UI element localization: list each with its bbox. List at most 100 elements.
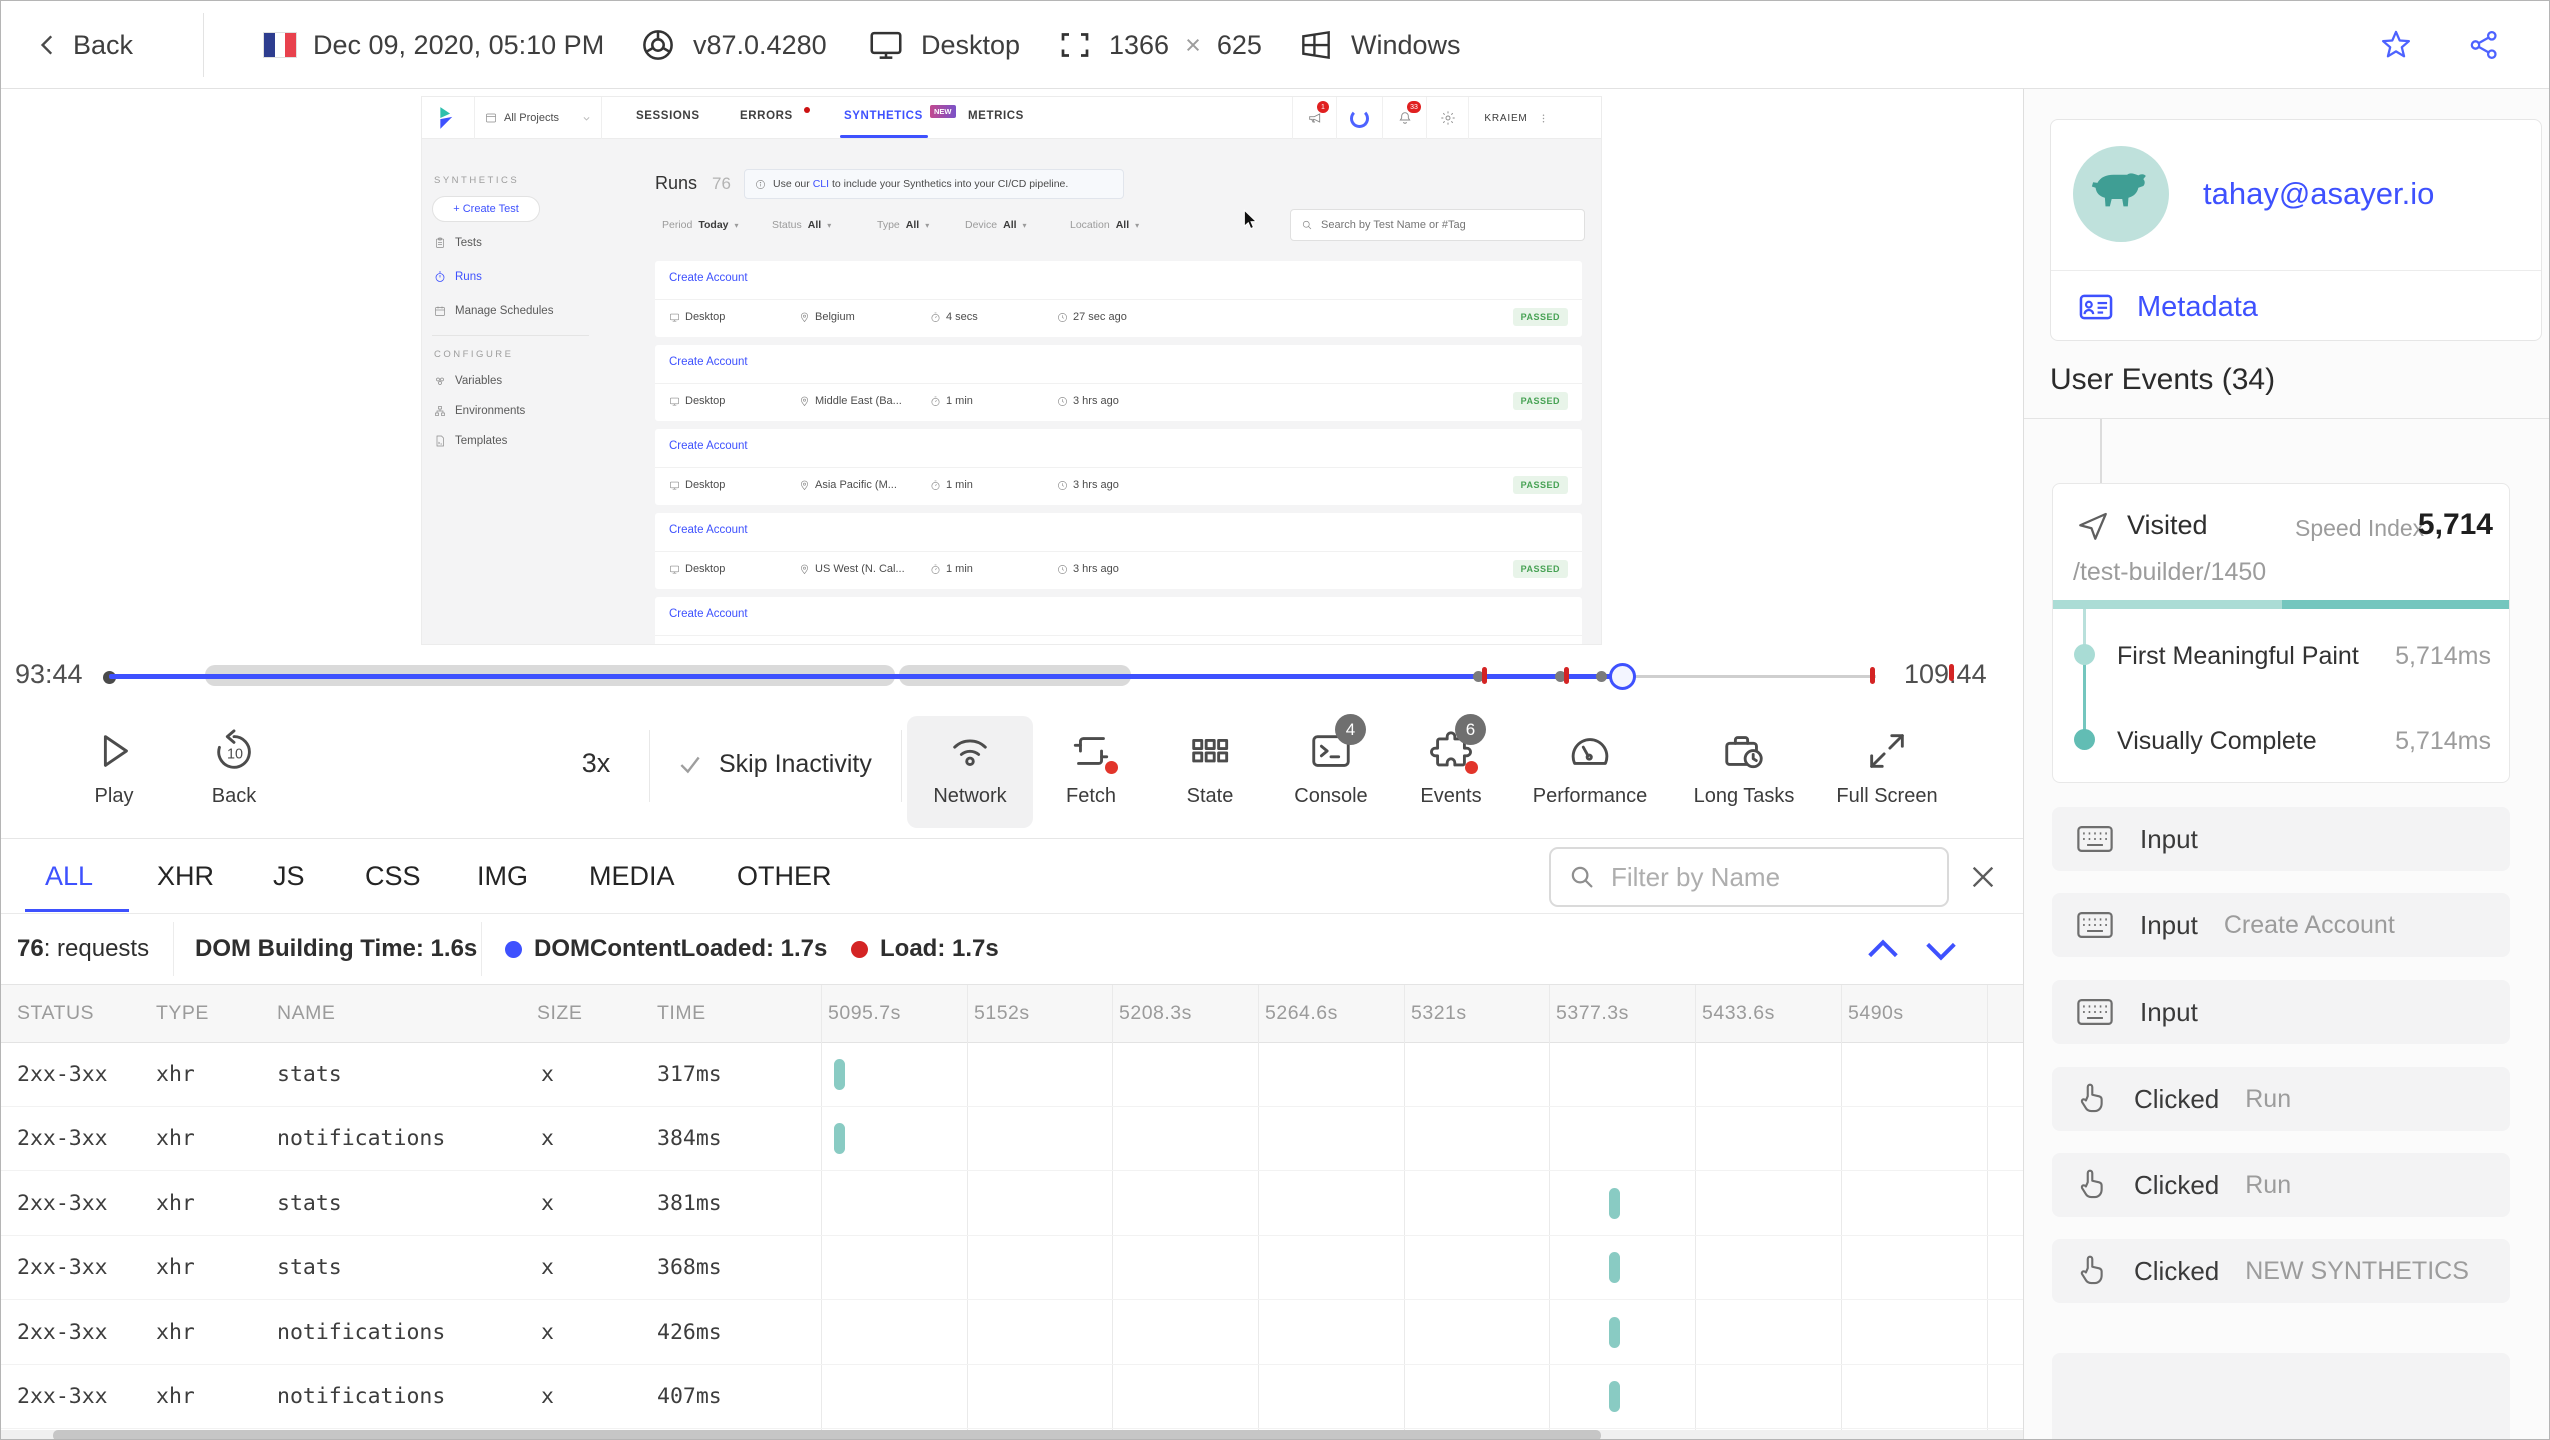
net-tab-img[interactable]: IMG xyxy=(477,861,528,892)
timeline-issue-marker[interactable] xyxy=(1564,667,1569,684)
back-label: Back xyxy=(73,29,134,60)
run-row[interactable]: Create Account Desktop Asia Pacific (M..… xyxy=(655,429,1582,505)
close-panel-icon[interactable] xyxy=(1967,861,1999,893)
settings-button[interactable] xyxy=(1426,97,1468,139)
filter-by-name-box[interactable] xyxy=(1549,847,1949,907)
panel-button-network[interactable]: Network xyxy=(910,728,1030,808)
waterfall-bar xyxy=(1609,1317,1620,1348)
app-tab-sessions[interactable]: SESSIONS xyxy=(636,110,700,122)
event-item-input[interactable]: Input Create Account xyxy=(2052,893,2510,957)
panel-button-events[interactable]: 6 Events xyxy=(1391,714,1511,808)
app-sidebar-item-tests[interactable]: Tests xyxy=(434,237,482,249)
jump-next-icon[interactable] xyxy=(1921,936,1961,966)
filter-location[interactable]: Location All ▾ xyxy=(1070,219,1139,231)
col-status[interactable]: STATUS xyxy=(17,1002,94,1025)
app-search-input[interactable] xyxy=(1321,219,1561,231)
filter-period[interactable]: Period Today ▾ xyxy=(662,219,739,231)
col-time[interactable]: TIME xyxy=(657,1002,706,1025)
panel-button-console[interactable]: 4 Console xyxy=(1271,714,1391,808)
pointer-hand-icon xyxy=(2080,1169,2103,1199)
scrollbar-thumb[interactable] xyxy=(53,1430,1601,1439)
app-sidebar-item-variables[interactable]: Variables xyxy=(434,375,502,387)
visited-event-card[interactable]: Visited Speed Index 5,714 /test-builder/… xyxy=(2052,483,2510,783)
panel-button-fetch[interactable]: Fetch xyxy=(1031,728,1151,808)
cli-link[interactable]: CLI xyxy=(813,178,829,190)
timeline-track-progress[interactable] xyxy=(109,674,1623,679)
create-test-button[interactable]: + Create Test xyxy=(432,196,540,222)
filter-device[interactable]: Device All ▾ xyxy=(965,219,1027,231)
app-sidebar-item-templates[interactable]: Templates xyxy=(434,435,507,447)
desktop-icon xyxy=(670,481,679,489)
net-tab-media[interactable]: MEDIA xyxy=(589,861,675,892)
network-request-row[interactable]: 2xx-3xx xhr stats x 317ms xyxy=(1,1043,2023,1107)
metadata-button[interactable]: Metadata xyxy=(2077,288,2258,326)
filter-status[interactable]: Status All ▾ xyxy=(772,219,831,231)
play-button[interactable]: Play xyxy=(54,728,174,808)
col-size[interactable]: SIZE xyxy=(537,1002,582,1025)
panel-button-full-screen[interactable]: Full Screen xyxy=(1807,728,1967,808)
network-request-row[interactable]: 2xx-3xx xhr notifications x 384ms xyxy=(1,1107,2023,1171)
timeline-issue-marker[interactable] xyxy=(1482,667,1487,684)
favorite-button[interactable] xyxy=(2379,1,2413,89)
network-request-row[interactable]: 2xx-3xx xhr notifications x 407ms xyxy=(1,1365,2023,1429)
filter-by-name-input[interactable] xyxy=(1611,861,1911,893)
app-tab-errors[interactable]: ERRORS xyxy=(740,110,793,122)
event-target: Create Account xyxy=(2223,910,2395,939)
app-sidebar-item-runs[interactable]: Runs xyxy=(434,271,482,283)
app-sidebar-item-manage-schedules[interactable]: Manage Schedules xyxy=(434,305,553,317)
net-tab-other[interactable]: OTHER xyxy=(737,861,832,892)
run-test-name[interactable]: Create Account xyxy=(669,524,748,536)
timeline-issue-marker[interactable] xyxy=(1870,667,1875,684)
share-button[interactable] xyxy=(2467,1,2501,89)
col-type[interactable]: TYPE xyxy=(156,1002,209,1025)
network-request-row[interactable]: 2xx-3xx xhr notifications x 426ms xyxy=(1,1301,2023,1365)
filter-type[interactable]: Type All ▾ xyxy=(877,219,929,231)
run-test-name[interactable]: Create Account xyxy=(669,608,748,620)
run-row[interactable]: Create Account Desktop Middle East (Ba..… xyxy=(655,345,1582,421)
run-row[interactable]: Create Account Desktop Belgium 4 secs 27… xyxy=(655,261,1582,337)
time-ago-icon xyxy=(1058,480,1067,490)
skip-inactivity-toggle[interactable]: Skip Inactivity xyxy=(677,708,872,820)
run-row[interactable]: Create Account Desktop Canada (Central..… xyxy=(655,597,1582,644)
run-test-name[interactable]: Create Account xyxy=(669,356,748,368)
net-tab-all[interactable]: ALL xyxy=(45,861,93,892)
back-button[interactable]: Back xyxy=(35,1,133,89)
net-tab-xhr[interactable]: XHR xyxy=(157,861,214,892)
net-tab-css[interactable]: CSS xyxy=(365,861,421,892)
panel-button-performance[interactable]: Performance xyxy=(1510,728,1670,808)
run-test-name[interactable]: Create Account xyxy=(669,272,748,284)
panel-button-state[interactable]: State xyxy=(1150,728,1270,808)
col-name[interactable]: NAME xyxy=(277,1002,335,1025)
timeline-scrubber[interactable] xyxy=(1609,663,1636,690)
network-request-row[interactable]: 2xx-3xx xhr stats x 381ms xyxy=(1,1172,2023,1236)
user-email-link[interactable]: tahay@asayer.io xyxy=(2203,176,2434,212)
panel-button-long-tasks[interactable]: Long Tasks xyxy=(1664,728,1824,808)
run-row[interactable]: Create Account Desktop US West (N. Cal..… xyxy=(655,513,1582,589)
horizontal-scrollbar[interactable] xyxy=(1,1430,2023,1439)
event-item-input[interactable]: Input xyxy=(2052,807,2510,871)
event-item-input[interactable]: Input xyxy=(2052,980,2510,1044)
waterfall-bar xyxy=(834,1123,845,1154)
jump-prev-icon[interactable] xyxy=(1863,934,1903,964)
playback-speed-button[interactable]: 3x xyxy=(561,748,631,779)
net-tab-js[interactable]: JS xyxy=(273,861,305,892)
project-selector[interactable]: All Projects xyxy=(474,97,602,139)
network-request-row[interactable]: 2xx-3xx xhr stats x 368ms xyxy=(1,1236,2023,1300)
announcements-button[interactable]: 1 xyxy=(1292,97,1336,139)
pointer-hand-icon xyxy=(2080,1255,2103,1285)
timeline-event-dot[interactable] xyxy=(1596,671,1607,682)
user-menu[interactable]: KRAIEM xyxy=(1468,97,1564,139)
event-item-partial[interactable] xyxy=(2052,1353,2510,1439)
back-10s-button[interactable]: 10 Back xyxy=(174,728,294,808)
player-timeline[interactable]: 93:44 109:44 xyxy=(1,646,2023,708)
event-item-clicked[interactable]: Clicked NEW SYNTHETICS xyxy=(2052,1239,2510,1303)
run-test-name[interactable]: Create Account xyxy=(669,440,748,452)
event-item-clicked[interactable]: Clicked Run xyxy=(2052,1067,2510,1131)
event-item-clicked[interactable]: Clicked Run xyxy=(2052,1153,2510,1217)
timeline-track-remaining[interactable] xyxy=(1623,675,1876,678)
app-search-box[interactable] xyxy=(1290,209,1585,241)
app-tab-synthetics[interactable]: SYNTHETICS xyxy=(844,110,923,122)
notifications-button[interactable]: 33 xyxy=(1382,97,1426,139)
app-sidebar-item-environments[interactable]: Environments xyxy=(434,405,525,417)
app-tab-metrics[interactable]: METRICS xyxy=(968,110,1024,122)
